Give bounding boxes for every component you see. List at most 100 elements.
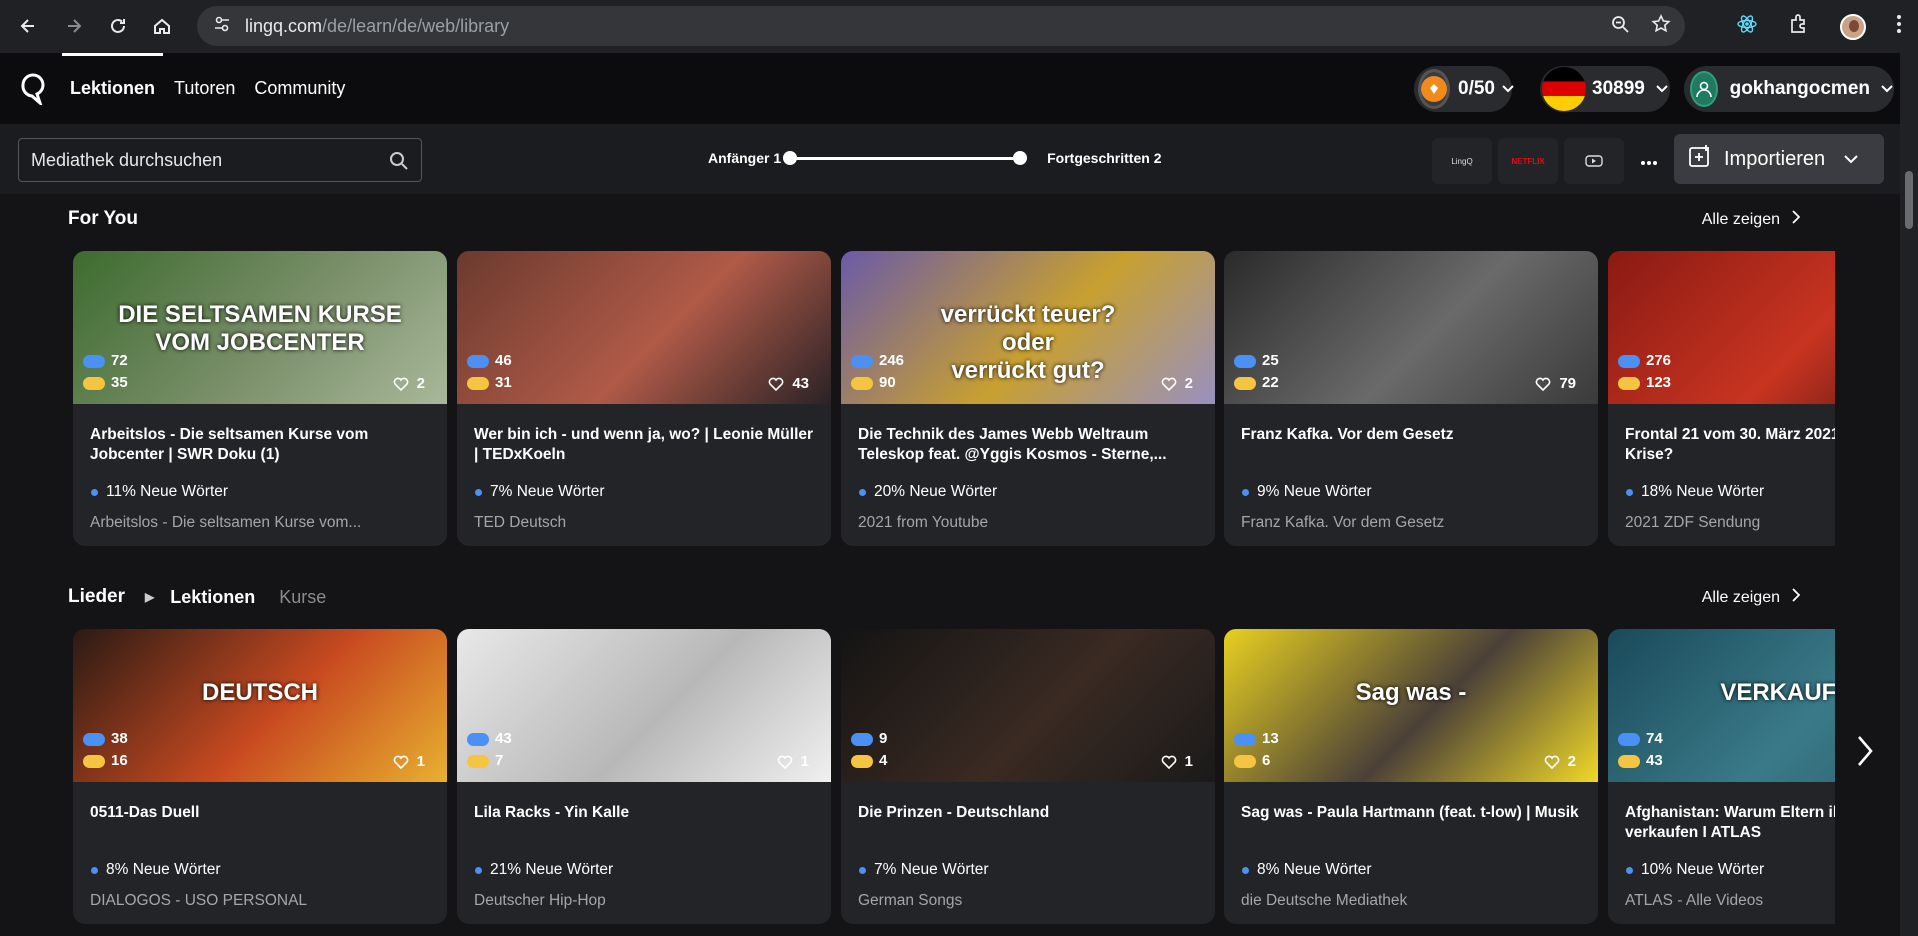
import-button[interactable]: Importieren: [1674, 134, 1884, 184]
blue-dot-icon: [1242, 488, 1249, 496]
source-lingq-button[interactable]: LingQ: [1432, 138, 1492, 184]
see-all-songs-link[interactable]: Alle zeigen: [1702, 588, 1801, 607]
language-coins-button[interactable]: 30899: [1540, 66, 1670, 112]
lesson-card[interactable]: 9 4 1 Die Prinzen - Deutschland 7% Neue Wört…: [841, 629, 1215, 924]
lesson-title[interactable]: Wer bin ich - und wenn ja, wo? | Leonie …: [474, 425, 819, 465]
lesson-card[interactable]: Sag was -13 6 2 Sag was - Paula Hartmann (f…: [1224, 629, 1598, 924]
lesson-title[interactable]: Die Prinzen - Deutschland: [858, 803, 1203, 823]
bookmark-star-icon[interactable]: [1651, 13, 1671, 39]
new-words-text: 18% Neue Wörter: [1641, 483, 1765, 500]
lesson-title[interactable]: Sag was - Paula Hartmann (feat. t-low) |…: [1241, 803, 1586, 823]
search-input[interactable]: [31, 149, 371, 171]
library-toolbar: Anfänger 1 Fortgeschritten 2 LingQ NETFL…: [0, 124, 1900, 194]
like-button[interactable]: 1: [393, 753, 425, 770]
scrollbar-thumb[interactable]: [1905, 171, 1913, 229]
search-box[interactable]: [18, 138, 422, 182]
new-words-count: 276: [1646, 352, 1672, 369]
lesson-provider[interactable]: Arbeitslos - Die seltsamen Kurse vom...: [90, 514, 361, 532]
lingqs-count: 35: [111, 374, 128, 391]
back-icon[interactable]: [14, 12, 42, 40]
lesson-provider[interactable]: DIALOGOS - USO PERSONAL: [90, 892, 307, 910]
site-settings-icon[interactable]: [213, 15, 231, 38]
react-devtools-icon[interactable]: [1736, 13, 1758, 40]
page-scrollbar[interactable]: [1900, 53, 1918, 936]
like-button[interactable]: 2: [1544, 753, 1576, 770]
like-button[interactable]: 79: [1535, 375, 1576, 392]
like-button[interactable]: 43: [768, 375, 809, 392]
lesson-title[interactable]: Die Technik des James Webb Weltraum Tele…: [858, 425, 1203, 465]
browser-menu-icon[interactable]: [1896, 14, 1902, 39]
lesson-title[interactable]: 0511-Das Duell: [90, 803, 435, 823]
home-icon[interactable]: [148, 12, 176, 40]
lesson-provider[interactable]: TED Deutsch: [474, 514, 566, 532]
new-words-percent: 21% Neue Wörter: [475, 861, 613, 879]
lesson-provider[interactable]: German Songs: [858, 892, 962, 910]
lesson-title[interactable]: Afghanistan: Warum Eltern ihre Kinder ve…: [1625, 803, 1835, 843]
lesson-thumbnail[interactable]: DEUTSCH 38 16 1: [73, 629, 447, 782]
zoom-icon[interactable]: [1611, 15, 1629, 38]
lesson-thumbnail[interactable]: 25 22 79: [1224, 251, 1598, 404]
reload-icon[interactable]: [104, 12, 132, 40]
nav-tutoren[interactable]: Tutoren: [174, 53, 235, 124]
user-menu-button[interactable]: gokhangocmen: [1684, 66, 1894, 112]
lesson-title[interactable]: Frontal 21 vom 30. März 2021: Union aus …: [1625, 425, 1835, 465]
lesson-thumbnail[interactable]: Sag was -13 6 2: [1224, 629, 1598, 782]
nav-community[interactable]: Community: [254, 53, 345, 124]
lesson-card[interactable]: 46 31 43 Wer bin ich - und wenn ja, wo? | L…: [457, 251, 831, 546]
address-bar[interactable]: lingq.com/de/learn/de/web/library: [197, 6, 1685, 46]
new-words-count: 246: [879, 352, 905, 369]
lesson-thumbnail[interactable]: 46 31 43: [457, 251, 831, 404]
lesson-title[interactable]: Lila Racks - Yin Kalle: [474, 803, 819, 823]
more-options-icon[interactable]: [1640, 146, 1658, 172]
level-slider[interactable]: Anfänger 1 Fortgeschritten 2: [708, 150, 1161, 166]
lesson-thumbnail[interactable]: 276 123: [1608, 251, 1835, 404]
like-button[interactable]: 1: [777, 753, 809, 770]
lingqs-icon: [851, 754, 873, 768]
tab-lektionen[interactable]: Lektionen: [170, 587, 255, 608]
thumbnail-caption: Sag was -: [1355, 679, 1467, 706]
lesson-card[interactable]: 276123 Frontal 21 vom 30. März 2021: Unio…: [1608, 251, 1835, 546]
lesson-card[interactable]: 43 7 1 Lila Racks - Yin Kalle 21% Neue Wörte…: [457, 629, 831, 924]
forward-icon[interactable]: [60, 12, 88, 40]
lesson-card[interactable]: DEUTSCH 38 16 1 0511-Das Duell 8% Neue Wörter…: [73, 629, 447, 924]
lesson-card[interactable]: 25 22 79 Franz Kafka. Vor dem Gesetz 9% Neue…: [1224, 251, 1598, 546]
source-youtube-button[interactable]: [1564, 138, 1624, 184]
see-all-for-you-link[interactable]: Alle zeigen: [1702, 210, 1801, 229]
lesson-thumbnail[interactable]: 941: [841, 629, 1215, 782]
lesson-provider[interactable]: 2021 from Youtube: [858, 514, 988, 532]
lesson-thumbnail[interactable]: DIE SELTSAMEN KURSE VOM JOBCENTER 72 35 2: [73, 251, 447, 404]
extensions-icon[interactable]: [1788, 13, 1810, 40]
streak-button[interactable]: 0/50: [1414, 66, 1514, 112]
like-count: 2: [1567, 753, 1576, 770]
lesson-provider[interactable]: Deutscher Hip-Hop: [474, 892, 606, 910]
blue-dot-icon: [1626, 866, 1633, 874]
slider-max-handle[interactable]: [1013, 150, 1028, 165]
like-button[interactable]: 1: [1161, 753, 1193, 770]
lesson-card[interactable]: DIE SELTSAMEN KURSE VOM JOBCENTER 72 35 2 Ar…: [73, 251, 447, 546]
new-words-percent: 11% Neue Wörter: [91, 483, 228, 501]
lesson-card[interactable]: verrückt teuer? oder verrückt gut? 246 90 2…: [841, 251, 1215, 546]
search-icon[interactable]: [389, 151, 409, 176]
tab-kurse[interactable]: Kurse: [279, 587, 326, 608]
profile-avatar-icon[interactable]: [1840, 13, 1866, 40]
lesson-thumbnail[interactable]: VERKAUFEN7443: [1608, 629, 1835, 782]
carousel-next-icon[interactable]: [1856, 734, 1874, 773]
lesson-provider[interactable]: ATLAS - Alle Videos: [1625, 892, 1763, 910]
lesson-card[interactable]: VERKAUFEN7443 Afghanistan: Warum Eltern i…: [1608, 629, 1835, 924]
slider-min-handle[interactable]: [783, 150, 798, 165]
slider-track[interactable]: [783, 150, 1028, 165]
lesson-provider[interactable]: die Deutsche Mediathek: [1241, 892, 1407, 910]
username: gokhangocmen: [1729, 78, 1870, 99]
nav-lektionen[interactable]: Lektionen: [61, 53, 164, 124]
lesson-provider[interactable]: 2021 ZDF Sendung: [1625, 514, 1760, 532]
source-netflix-button[interactable]: NETFLIX: [1498, 138, 1558, 184]
like-button[interactable]: 2: [393, 375, 425, 392]
lesson-title[interactable]: Franz Kafka. Vor dem Gesetz: [1241, 425, 1586, 445]
lesson-provider[interactable]: Franz Kafka. Vor dem Gesetz: [1241, 514, 1444, 532]
lesson-thumbnail[interactable]: verrückt teuer? oder verrückt gut? 246 90 2: [841, 251, 1215, 404]
lingq-logo-icon[interactable]: [20, 73, 46, 105]
lesson-title[interactable]: Arbeitslos - Die seltsamen Kurse vom Job…: [90, 425, 435, 465]
new-words-percent: 7% Neue Wörter: [859, 861, 989, 879]
lesson-thumbnail[interactable]: 43 7 1: [457, 629, 831, 782]
like-button[interactable]: 2: [1161, 375, 1193, 392]
